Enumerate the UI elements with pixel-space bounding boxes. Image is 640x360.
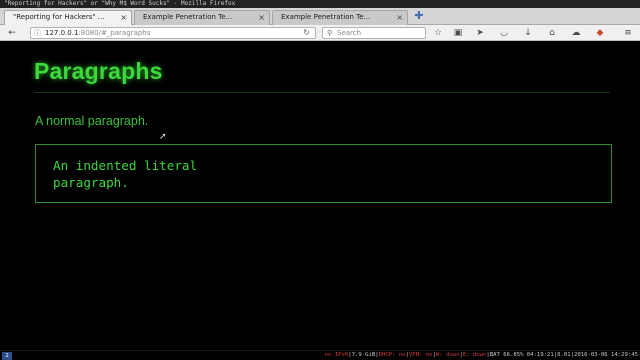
url-path: :8080/#_paragraphs	[78, 29, 151, 37]
normal-paragraph: A normal paragraph.	[35, 114, 149, 128]
hamburger-menu-icon[interactable]: ≡	[622, 27, 634, 39]
back-arrow-icon[interactable]: ←	[6, 27, 18, 39]
system-status-bar: 2 no IPv6|7.9 GiB|DHCP: no|VPN: no|W: do…	[0, 350, 640, 360]
ipv6-status: no IPv6	[324, 352, 349, 358]
disk-status: 7.9 GiB	[351, 352, 376, 358]
dhcp-status: DHCP: no	[378, 352, 406, 358]
url-host: 127.0.0.1	[45, 29, 79, 37]
heading-divider	[34, 92, 610, 93]
tab-reporting-for-hackers[interactable]: "Reporting for Hackers" ... ×	[4, 10, 132, 25]
load-status: 0.01	[557, 352, 571, 358]
navigation-toolbar: ← ⓘ 127.0.0.1:8080/#_paragraphs ↻ ⚲ Sear…	[0, 25, 640, 41]
vpn-status: VPN: no	[408, 352, 433, 358]
window-title: "Reporting for Hackers" or "Why M$ Word …	[4, 0, 236, 7]
status-items: no IPv6|7.9 GiB|DHCP: no|VPN: no|W: down…	[324, 352, 638, 358]
send-icon[interactable]: ➤	[474, 27, 486, 39]
tab-label: "Reporting for Hackers" ...	[13, 13, 105, 21]
download-icon[interactable]: ↓	[522, 27, 534, 39]
info-icon[interactable]: ⓘ	[34, 28, 41, 38]
close-icon[interactable]: ×	[258, 11, 265, 24]
clock: 2016-03-06 14:29:45	[574, 352, 638, 358]
chat-icon[interactable]: ☁	[570, 27, 582, 39]
search-placeholder: Search	[337, 29, 362, 37]
mouse-cursor-icon: ➚	[159, 132, 167, 142]
ethernet-status: E: down	[462, 352, 487, 358]
literal-block: An indented literal paragraph.	[35, 144, 612, 203]
close-icon[interactable]: ×	[120, 11, 127, 24]
shield-icon[interactable]: ◆	[594, 27, 606, 39]
window-title-bar: "Reporting for Hackers" or "Why M$ Word …	[0, 0, 640, 8]
star-icon[interactable]: ☆	[432, 27, 444, 39]
page-content: Paragraphs A normal paragraph. An indent…	[0, 42, 640, 350]
clipboard-icon[interactable]: ▣	[452, 27, 464, 39]
search-input[interactable]: ⚲ Search	[322, 27, 426, 39]
battery-status: BAT 66.85% 04:19:21	[489, 352, 554, 358]
tab-example-penetration-1[interactable]: Example Penetration Te... ×	[134, 10, 270, 25]
close-icon[interactable]: ×	[396, 11, 403, 24]
tab-label: Example Penetration Te...	[143, 13, 233, 21]
new-tab-button[interactable]: ✚	[412, 10, 426, 23]
wireless-status: W: down	[435, 352, 460, 358]
home-icon[interactable]: ⌂	[546, 27, 558, 39]
page-title: Paragraphs	[34, 58, 163, 84]
url-bar[interactable]: ⓘ 127.0.0.1:8080/#_paragraphs ↻	[30, 27, 316, 39]
pocket-icon[interactable]: ◡	[498, 27, 510, 39]
reload-icon[interactable]: ↻	[303, 28, 310, 38]
workspace-indicator[interactable]: 2	[2, 352, 12, 360]
search-icon: ⚲	[327, 29, 333, 37]
literal-paragraph: An indented literal paragraph.	[53, 158, 198, 190]
tab-example-penetration-2[interactable]: Example Penetration Te... ×	[272, 10, 408, 25]
tab-label: Example Penetration Te...	[281, 13, 371, 21]
tab-strip: "Reporting for Hackers" ... × Example Pe…	[0, 8, 640, 25]
